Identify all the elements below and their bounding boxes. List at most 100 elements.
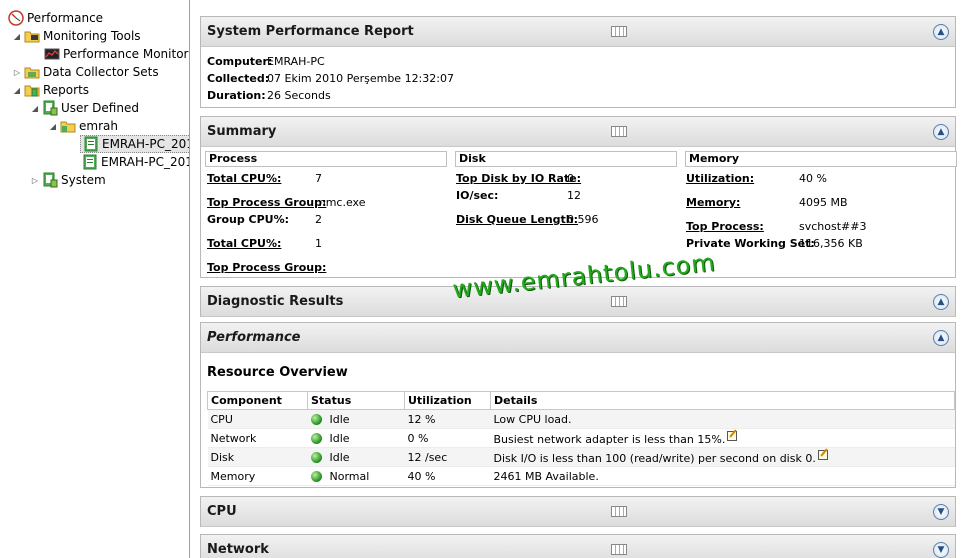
computer-row: Computer: EMRAH-PC bbox=[207, 55, 325, 68]
network-title: Network bbox=[207, 542, 269, 557]
tree-node-performance[interactable]: Performance bbox=[6, 9, 103, 27]
expanded-arrow-icon[interactable]: ◢ bbox=[30, 104, 40, 113]
expand-icon[interactable]: ▼ bbox=[933, 542, 949, 558]
top-process-group-value: mmc.exe bbox=[315, 196, 366, 209]
utilization-cell: 0 % bbox=[404, 428, 491, 448]
section-header[interactable]: System Performance Report ▲ bbox=[201, 17, 955, 47]
edit-note-icon[interactable] bbox=[817, 449, 828, 460]
performance-section: Performance ▲ Resource Overview Componen… bbox=[200, 322, 956, 488]
disk-header: Disk bbox=[455, 151, 677, 167]
table-view-icon[interactable] bbox=[611, 506, 627, 517]
tree-node-system[interactable]: ▷ System bbox=[30, 171, 106, 189]
status-ok-icon bbox=[310, 470, 322, 482]
duration-value: 26 Seconds bbox=[267, 89, 331, 102]
io-value: 12 bbox=[567, 189, 581, 202]
table-view-icon[interactable] bbox=[611, 544, 627, 555]
details-cell: Low CPU load. bbox=[490, 409, 955, 429]
memory-link[interactable]: Memory: bbox=[686, 196, 740, 209]
tree-node-label: EMRAH-PC_201 bbox=[102, 137, 190, 151]
table-header-row: Component Status Utilization Details bbox=[207, 391, 955, 410]
collected-row: Collected: 07 Ekim 2010 Perşembe 12:32:0… bbox=[207, 72, 454, 85]
tree-node-report-1[interactable]: EMRAH-PC_201 bbox=[80, 135, 190, 153]
utilization-cell: 12 /sec bbox=[404, 447, 491, 467]
expanded-arrow-icon[interactable]: ◢ bbox=[48, 122, 58, 131]
resource-overview-title: Resource Overview bbox=[207, 365, 348, 380]
table-view-icon[interactable] bbox=[611, 126, 627, 137]
tree-node-monitoring-tools[interactable]: ◢ Monitoring Tools bbox=[12, 27, 141, 45]
utilization-cell: 12 % bbox=[404, 409, 491, 429]
details-cell: Busiest network adapter is less than 15%… bbox=[490, 428, 955, 448]
column-header[interactable]: Status bbox=[307, 391, 405, 410]
section-header[interactable]: Network ▼ bbox=[201, 535, 955, 558]
top-process-link[interactable]: Top Process: bbox=[686, 220, 764, 233]
io-label: IO/sec: bbox=[456, 189, 499, 202]
details-text: Low CPU load. bbox=[493, 412, 572, 426]
tree-node-label: User Defined bbox=[61, 101, 139, 115]
table-view-icon[interactable] bbox=[611, 296, 627, 307]
section-header[interactable]: Diagnostic Results ▲ bbox=[201, 287, 955, 317]
top-disk-link[interactable]: Top Disk by IO Rate: bbox=[456, 172, 581, 185]
folder-icon bbox=[24, 28, 40, 44]
tree-node-data-collector-sets[interactable]: ▷ Data Collector Sets bbox=[12, 63, 159, 81]
expanded-arrow-icon[interactable]: ◢ bbox=[12, 32, 22, 41]
process-header: Process bbox=[205, 151, 447, 167]
disk-queue-link[interactable]: Disk Queue Length: bbox=[456, 213, 578, 226]
tree-node-report-2[interactable]: EMRAH-PC_201 bbox=[80, 153, 190, 171]
column-header[interactable]: Utilization bbox=[404, 391, 491, 410]
utilization-link[interactable]: Utilization: bbox=[686, 172, 754, 185]
group-cpu-value: 2 bbox=[315, 213, 322, 226]
cpu-section: CPU ▼ bbox=[200, 496, 956, 527]
top-process-group-link[interactable]: Top Process Group: bbox=[207, 196, 326, 209]
status-ok-icon bbox=[310, 451, 322, 463]
folder-icon bbox=[24, 82, 40, 98]
top-process-group-link-2[interactable]: Top Process Group: bbox=[207, 261, 326, 274]
table-row: Disk Idle 12 /sec Disk I/O is less than … bbox=[207, 447, 955, 467]
private-working-set-label: Private Working Set: bbox=[686, 237, 815, 250]
status-cell: Normal bbox=[307, 466, 405, 486]
tree-node-performance-monitor[interactable]: Performance Monitor bbox=[42, 45, 188, 63]
column-header[interactable]: Details bbox=[490, 391, 955, 410]
summary-title: Summary bbox=[207, 124, 277, 139]
collapse-icon[interactable]: ▲ bbox=[933, 124, 949, 140]
component-cell: Memory bbox=[207, 466, 308, 486]
private-working-set-value: 116,356 KB bbox=[799, 237, 863, 250]
tree-node-label: emrah bbox=[79, 119, 118, 133]
navigation-tree[interactable]: Performance ◢ Monitoring Tools Performan… bbox=[0, 0, 190, 558]
table-row: Memory Normal 40 % 2461 MB Available. bbox=[207, 466, 955, 486]
tree-node-emrah[interactable]: ◢ emrah bbox=[48, 117, 118, 135]
resource-overview-table: Component Status Utilization Details CPU… bbox=[207, 391, 955, 486]
expand-icon[interactable]: ▼ bbox=[933, 504, 949, 520]
tree-node-label: EMRAH-PC_201 bbox=[101, 155, 190, 169]
report-header-section: System Performance Report ▲ Computer: EM… bbox=[200, 16, 956, 108]
details-text: Disk I/O is less than 100 (read/write) p… bbox=[493, 451, 816, 465]
tree-node-user-defined[interactable]: ◢ User Defined bbox=[30, 99, 139, 117]
table-row: CPU Idle 12 % Low CPU load. bbox=[207, 409, 955, 429]
section-header[interactable]: CPU ▼ bbox=[201, 497, 955, 527]
tree-node-label: Performance bbox=[27, 11, 104, 25]
collapsed-arrow-icon[interactable]: ▷ bbox=[12, 68, 22, 77]
edit-note-icon[interactable] bbox=[727, 430, 738, 441]
collapse-icon[interactable]: ▲ bbox=[933, 294, 949, 310]
tree-node-label: Performance Monitor bbox=[63, 47, 189, 61]
column-header[interactable]: Component bbox=[207, 391, 308, 410]
monitor-chart-icon bbox=[44, 46, 60, 62]
total-cpu-link-2[interactable]: Total CPU%: bbox=[207, 237, 281, 250]
section-header[interactable]: Performance ▲ bbox=[201, 323, 955, 353]
collected-value: 07 Ekim 2010 Perşembe 12:32:07 bbox=[267, 72, 454, 85]
tree-node-reports[interactable]: ◢ Reports bbox=[12, 81, 89, 99]
section-header[interactable]: Summary ▲ bbox=[201, 117, 955, 147]
total-cpu-value-2: 1 bbox=[315, 237, 322, 250]
expanded-arrow-icon[interactable]: ◢ bbox=[12, 86, 22, 95]
total-cpu-link[interactable]: Total CPU%: bbox=[207, 172, 281, 185]
status-cell: Idle bbox=[307, 428, 405, 448]
collapse-icon[interactable]: ▲ bbox=[933, 24, 949, 40]
top-process-value: svchost##3 bbox=[799, 220, 867, 233]
collapsed-arrow-icon[interactable]: ▷ bbox=[30, 176, 40, 185]
table-row: Network Idle 0 % Busiest network adapter… bbox=[207, 428, 955, 448]
computer-label: Computer: bbox=[207, 55, 273, 68]
collapse-icon[interactable]: ▲ bbox=[933, 330, 949, 346]
table-view-icon[interactable] bbox=[611, 26, 627, 37]
duration-label: Duration: bbox=[207, 89, 266, 102]
status-cell: Idle bbox=[307, 447, 405, 467]
performance-gauge-icon bbox=[8, 10, 24, 26]
